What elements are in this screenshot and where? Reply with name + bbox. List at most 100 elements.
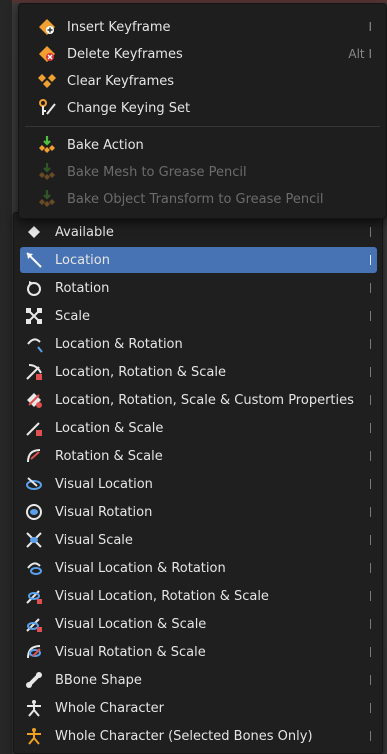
menu-item-label: Bake Mesh to Grease Pencil: [67, 164, 247, 180]
shortcut-marker: [370, 507, 371, 517]
menu-item-visual-lrs[interactable]: Visual Location, Rotation & Scale: [20, 583, 377, 609]
shortcut-marker: [370, 255, 371, 265]
menu-item-label: Location: [55, 252, 110, 268]
shortcut-marker: [370, 395, 371, 405]
menu-item-label: BBone Shape: [55, 672, 142, 688]
menu-item-label: Bake Action: [67, 137, 144, 153]
shortcut-marker: [370, 479, 371, 489]
menu-item-label: Location & Scale: [55, 420, 164, 436]
menu-item-label: Change Keying Set: [67, 100, 191, 116]
shortcut-marker: [370, 535, 371, 545]
keying-set-menu: Available Location Rotation Scale Locati…: [13, 212, 383, 754]
location-rotation-icon: [24, 334, 44, 354]
menu-item-bake-object-grease-pencil[interactable]: Bake Object Transform to Grease Pencil: [19, 186, 386, 212]
menu-item-label: Clear Keyframes: [67, 73, 175, 89]
menu-item-label: Whole Character (Selected Bones Only): [55, 728, 313, 744]
shortcut-marker: [370, 451, 371, 461]
visual-lrs-icon: [24, 586, 44, 606]
bake-object-icon: [36, 188, 58, 210]
lrs-custom-props-icon: [24, 390, 44, 410]
shortcut-marker: [370, 647, 371, 657]
menu-item-delete-keyframes[interactable]: Delete Keyframes Alt I: [19, 41, 386, 67]
menu-item-location-scale[interactable]: Location & Scale: [20, 415, 377, 441]
menu-item-bake-mesh-grease-pencil[interactable]: Bake Mesh to Grease Pencil: [19, 159, 386, 185]
visual-rotation-icon: [24, 502, 44, 522]
menu-item-visual-location-rotation[interactable]: Visual Location & Rotation: [20, 555, 377, 581]
keyingset-icon: [36, 97, 58, 119]
keyframe-menu: Insert Keyframe I Delete Keyframes Alt I…: [18, 3, 387, 219]
menu-item-bbone-shape[interactable]: BBone Shape: [20, 667, 377, 693]
shortcut-text: Alt I: [348, 47, 372, 61]
scale-icon: [24, 306, 44, 326]
keyframe-insert-icon: [36, 16, 58, 38]
visual-location-icon: [24, 474, 44, 494]
menu-item-location-rotation[interactable]: Location & Rotation: [20, 331, 377, 357]
menu-item-whole-character-selected[interactable]: Whole Character (Selected Bones Only): [20, 723, 377, 749]
menu-item-label: Visual Rotation: [55, 504, 153, 520]
bake-mesh-icon: [36, 161, 58, 183]
menu-item-insert-keyframe[interactable]: Insert Keyframe I: [19, 14, 386, 40]
menu-item-visual-location-scale[interactable]: Visual Location & Scale: [20, 611, 377, 637]
shortcut-marker: [370, 423, 371, 433]
menu-item-label: Rotation & Scale: [55, 448, 163, 464]
location-rotation-scale-icon: [24, 362, 44, 382]
menu-item-label: Location & Rotation: [55, 336, 183, 352]
shortcut-marker: [370, 731, 371, 741]
menu-item-scale[interactable]: Scale: [20, 303, 377, 329]
menu-item-visual-rotation-scale[interactable]: Visual Rotation & Scale: [20, 639, 377, 665]
visual-rotation-scale-icon: [24, 642, 44, 662]
rotation-scale-icon: [24, 446, 44, 466]
visual-scale-icon: [24, 530, 44, 550]
menu-item-bake-action[interactable]: Bake Action: [19, 132, 386, 158]
shortcut-marker: [370, 619, 371, 629]
menu-item-label: Bake Object Transform to Grease Pencil: [67, 191, 324, 207]
menu-item-label: Whole Character: [55, 700, 164, 716]
available-diamond-icon: [24, 222, 44, 242]
menu-item-visual-location[interactable]: Visual Location: [20, 471, 377, 497]
shortcut-marker: [370, 563, 371, 573]
shortcut-marker: [370, 703, 371, 713]
keyframe-delete-icon: [36, 43, 58, 65]
menu-item-label: Visual Location & Scale: [55, 616, 207, 632]
menu-item-change-keying-set[interactable]: Change Keying Set: [19, 95, 386, 121]
menu-item-label: Visual Location, Rotation & Scale: [55, 588, 269, 604]
menu-item-rotation[interactable]: Rotation: [20, 275, 377, 301]
shortcut-text: I: [368, 20, 372, 34]
menu-item-lrs-custom-properties[interactable]: Location, Rotation, Scale & Custom Prope…: [20, 387, 377, 413]
visual-location-rotation-icon: [24, 558, 44, 578]
viewport-toolbar-strip: [0, 0, 12, 754]
menu-item-label: Visual Rotation & Scale: [55, 644, 206, 660]
menu-item-label: Location, Rotation & Scale: [55, 364, 226, 380]
menu-item-label: Scale: [55, 308, 90, 324]
shortcut-marker: [370, 591, 371, 601]
shortcut-marker: [370, 283, 371, 293]
shortcut-marker: [370, 367, 371, 377]
menu-separator: [25, 126, 380, 127]
menu-item-label: Rotation: [55, 280, 110, 296]
menu-item-label: Location, Rotation, Scale & Custom Prope…: [55, 392, 354, 408]
menu-item-label: Visual Scale: [55, 532, 133, 548]
whole-character-selected-icon: [24, 726, 44, 746]
menu-item-location[interactable]: Location: [20, 247, 377, 273]
menu-item-location-rotation-scale[interactable]: Location, Rotation & Scale: [20, 359, 377, 385]
rotation-icon: [24, 278, 44, 298]
menu-item-label: Available: [55, 224, 114, 240]
shortcut-marker: [370, 339, 371, 349]
bbone-shape-icon: [24, 670, 44, 690]
location-icon: [24, 250, 44, 270]
menu-item-visual-rotation[interactable]: Visual Rotation: [20, 499, 377, 525]
menu-item-rotation-scale[interactable]: Rotation & Scale: [20, 443, 377, 469]
menu-item-label: Visual Location: [55, 476, 153, 492]
menu-item-label: Visual Location & Rotation: [55, 560, 226, 576]
menu-item-clear-keyframes[interactable]: Clear Keyframes: [19, 68, 386, 94]
location-scale-icon: [24, 418, 44, 438]
shortcut-marker: [370, 311, 371, 321]
menu-item-visual-scale[interactable]: Visual Scale: [20, 527, 377, 553]
menu-item-label: Delete Keyframes: [67, 46, 183, 62]
visual-location-scale-icon: [24, 614, 44, 634]
menu-item-available[interactable]: Available: [20, 219, 377, 245]
shortcut-marker: [370, 675, 371, 685]
menu-item-whole-character[interactable]: Whole Character: [20, 695, 377, 721]
keyframe-clear-icon: [36, 70, 58, 92]
shortcut-marker: [370, 227, 371, 237]
